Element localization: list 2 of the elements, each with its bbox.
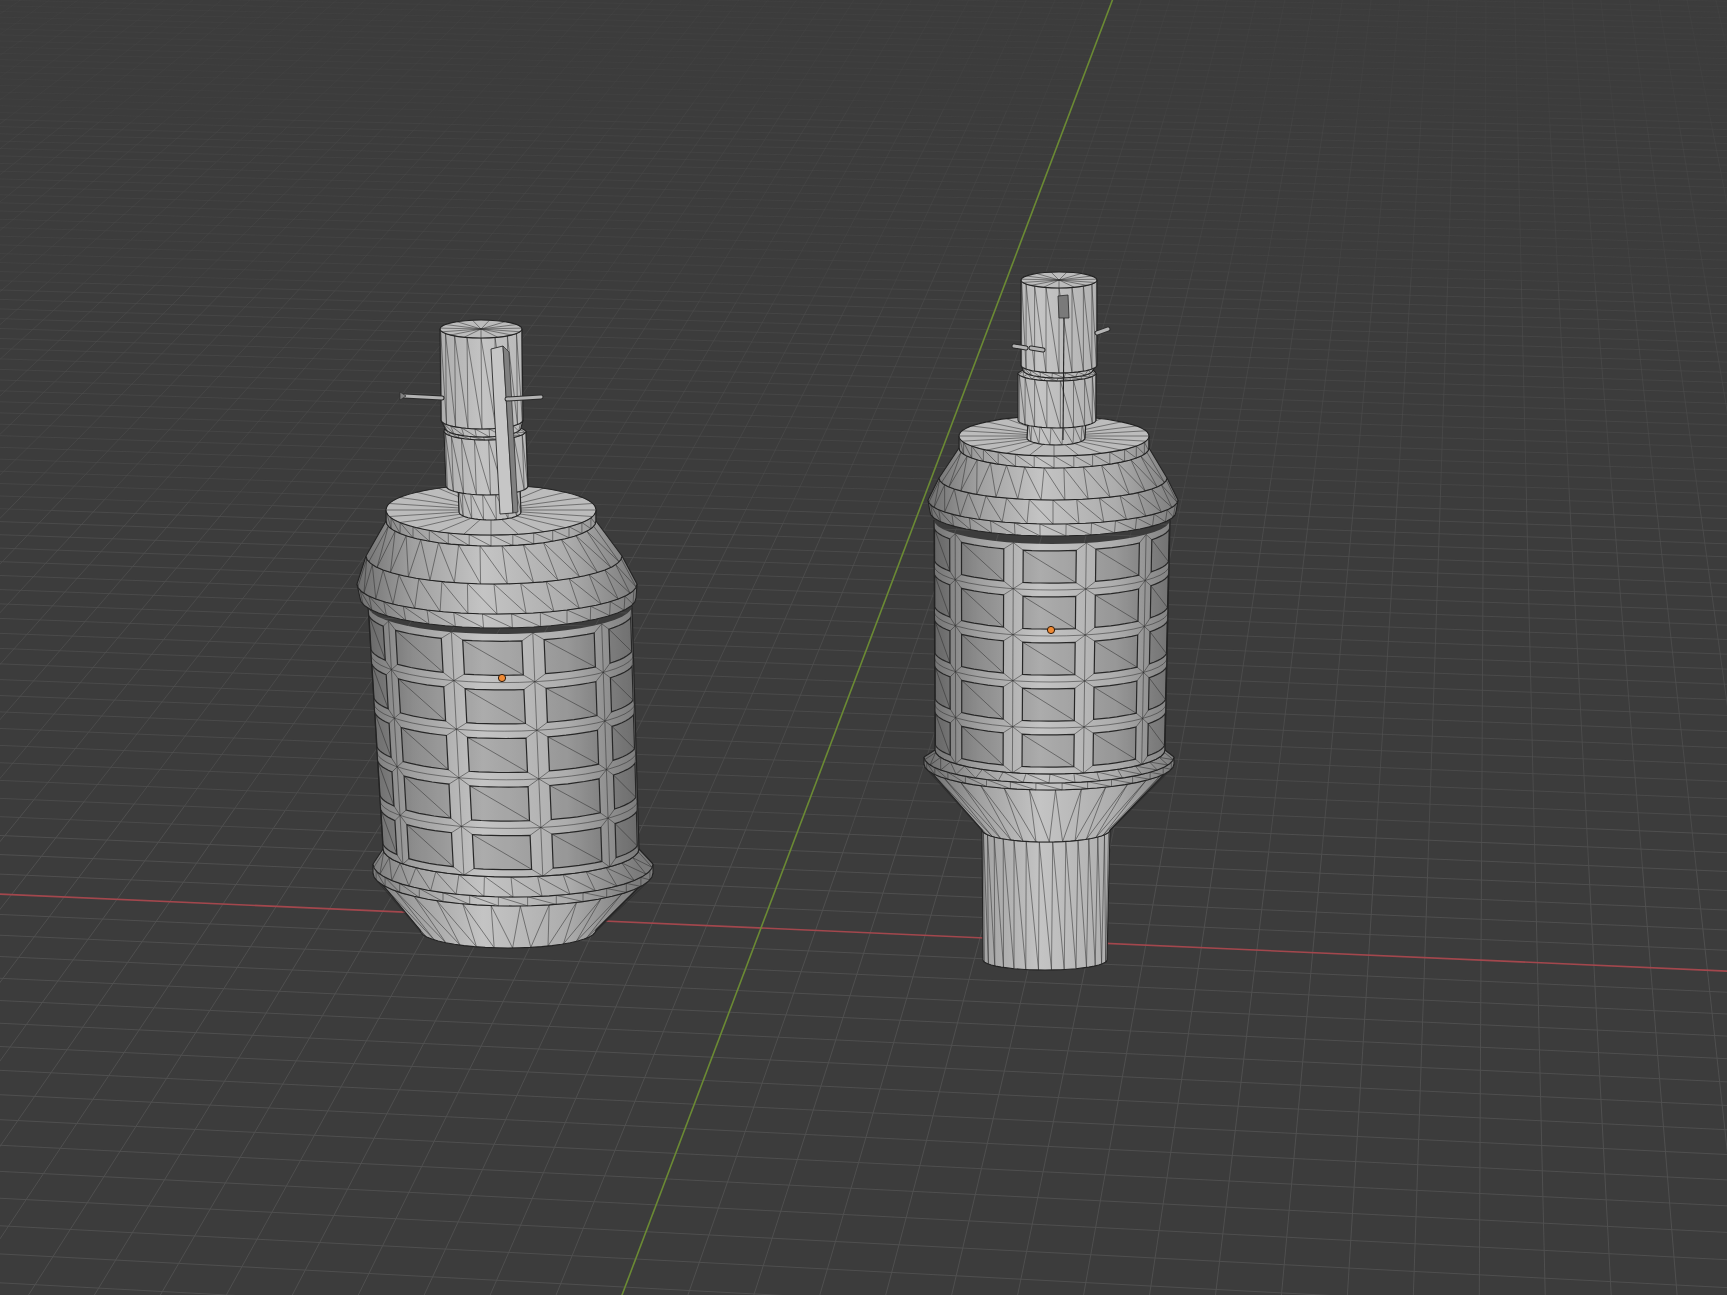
- origin-dot-icon: [1046, 625, 1056, 635]
- origin-dot-icon: [497, 673, 507, 683]
